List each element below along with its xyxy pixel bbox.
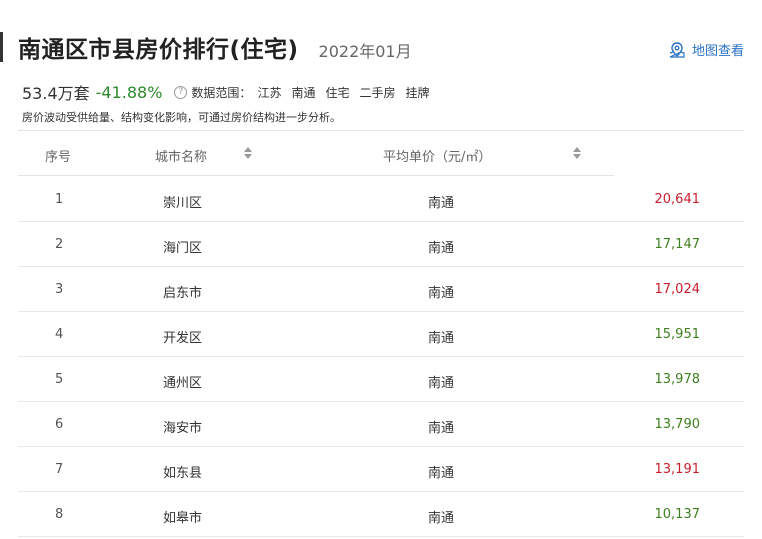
cell-rank: 2	[55, 237, 64, 252]
cell-rank: 7	[55, 462, 64, 477]
table-row[interactable]: 4 开发区 南通 15,951	[18, 312, 744, 357]
cell-rank: 3	[55, 282, 64, 297]
scope-item-market: 二手房	[359, 85, 396, 100]
cell-region: 南通	[428, 376, 455, 391]
cell-price: 13,978	[654, 372, 701, 387]
cell-region: 南通	[428, 241, 455, 256]
listing-count: 53.4万套	[22, 84, 90, 103]
table-body: 1 崇川区 南通 20,641 2 海门区 南通 17,147 3 启东市 南通…	[18, 177, 744, 537]
cell-city: 如东县	[163, 466, 203, 481]
title-row: 南通区市县房价排行(住宅) 2022年01月	[18, 30, 412, 64]
cell-price: 10,137	[654, 507, 701, 522]
cell-price: 13,191	[654, 462, 701, 477]
table-row[interactable]: 5 通州区 南通 13,978	[18, 357, 744, 402]
cell-city: 开发区	[163, 331, 203, 346]
map-pin-icon	[669, 41, 685, 58]
cell-rank: 6	[55, 417, 64, 432]
table-row[interactable]: 1 崇川区 南通 20,641	[18, 177, 744, 222]
page-title: 南通区市县房价排行(住宅)	[18, 37, 299, 63]
period-label: 2022年01月	[318, 42, 412, 61]
table-row[interactable]: 2 海门区 南通 17,147	[18, 222, 744, 267]
sort-arrows-icon[interactable]	[573, 147, 581, 159]
table-row[interactable]: 6 海安市 南通 13,790	[18, 402, 744, 447]
scope-item-province: 江苏	[257, 85, 282, 100]
scope-item-city: 南通	[291, 85, 316, 100]
header-rank: 序号	[45, 150, 72, 165]
cell-city: 通州区	[163, 376, 203, 391]
cell-rank: 8	[55, 507, 64, 522]
stats-row: 53.4万套 -41.88% ? 数据范围： 江苏 南通 住宅 二手房 挂牌	[22, 80, 430, 104]
cell-region: 南通	[428, 421, 455, 436]
cell-rank: 5	[55, 372, 64, 387]
cell-price: 20,641	[654, 192, 701, 207]
scope-item-price-type: 挂牌	[405, 85, 430, 100]
scope-label: 数据范围：	[191, 85, 252, 100]
map-view-link[interactable]: 地图查看	[668, 40, 744, 59]
cell-region: 南通	[428, 286, 455, 301]
cell-city: 海门区	[163, 241, 203, 256]
title-accent-bar	[0, 32, 3, 62]
scope-item-property-type: 住宅	[325, 85, 350, 100]
table-row[interactable]: 7 如东县 南通 13,191	[18, 447, 744, 492]
cell-city: 启东市	[163, 286, 203, 301]
sort-arrows-icon[interactable]	[244, 147, 252, 159]
header-city[interactable]: 城市名称	[155, 146, 207, 165]
header-price[interactable]: 平均单价（元/㎡）	[383, 146, 491, 165]
cell-rank: 4	[55, 327, 64, 342]
note-text: 房价波动受供给量、结构变化影响，可通过房价结构进一步分析。	[22, 111, 341, 124]
cell-region: 南通	[428, 511, 455, 526]
table-row[interactable]: 3 启东市 南通 17,024	[18, 267, 744, 312]
change-percent: -41.88%	[95, 82, 163, 102]
question-circle-icon[interactable]: ?	[174, 85, 188, 99]
cell-region: 南通	[428, 466, 455, 481]
cell-city: 如皋市	[163, 511, 203, 526]
table-header: 序号 城市名称 平均单价（元/㎡）	[18, 131, 614, 176]
map-view-label: 地图查看	[691, 44, 744, 59]
cell-region: 南通	[428, 331, 455, 346]
cell-region: 南通	[428, 196, 455, 211]
table-row[interactable]: 8 如皋市 南通 10,137	[18, 492, 744, 537]
cell-price: 17,024	[654, 282, 701, 297]
cell-price: 15,951	[654, 327, 701, 342]
cell-rank: 1	[55, 192, 64, 207]
cell-price: 13,790	[654, 417, 701, 432]
cell-city: 崇川区	[163, 196, 203, 211]
cell-city: 海安市	[163, 421, 203, 436]
cell-price: 17,147	[654, 237, 701, 252]
